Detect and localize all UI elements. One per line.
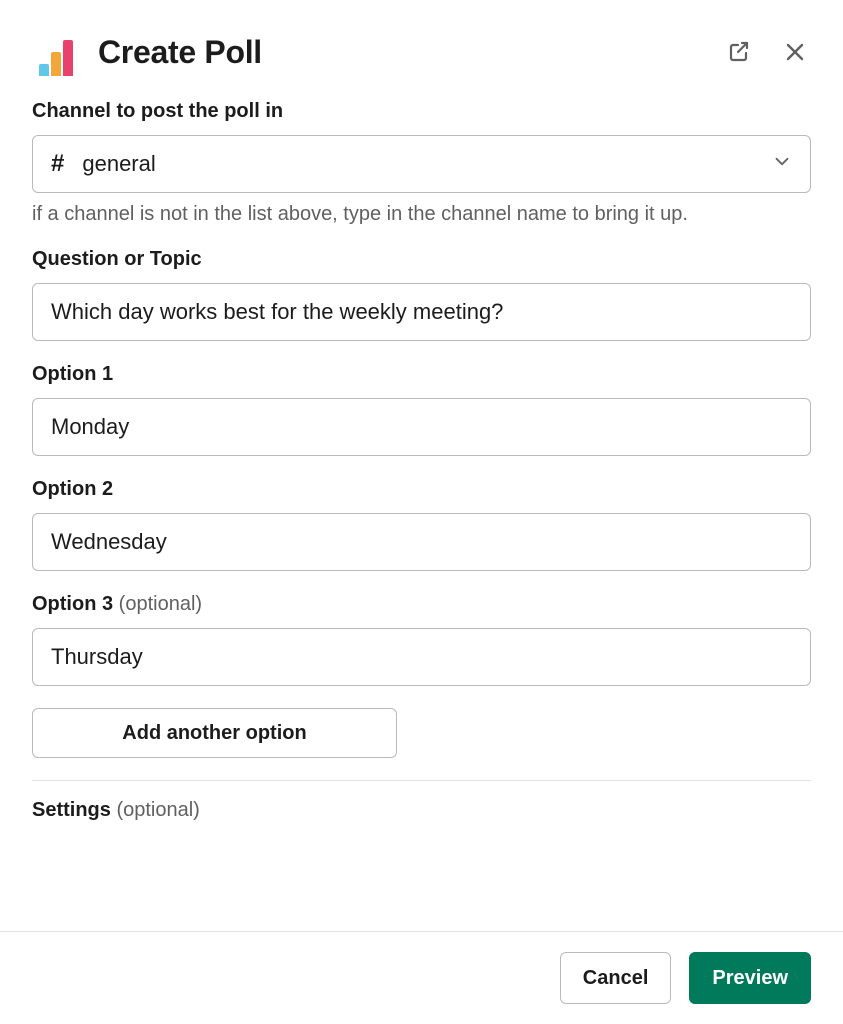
- option-1-label: Option 1: [32, 363, 811, 386]
- hash-icon: #: [51, 150, 64, 178]
- poll-app-icon: [32, 28, 80, 76]
- option-2-label: Option 2: [32, 478, 811, 501]
- add-option-button[interactable]: Add another option: [32, 708, 397, 758]
- option-2-field-group: Option 2: [32, 478, 811, 571]
- modal-header: Create Poll: [0, 0, 843, 90]
- option-3-input[interactable]: [32, 628, 811, 686]
- channel-label: Channel to post the poll in: [32, 100, 811, 123]
- modal-title: Create Poll: [98, 34, 723, 71]
- close-icon: [783, 40, 807, 64]
- channel-field-group: Channel to post the poll in # general if…: [32, 100, 811, 226]
- close-button[interactable]: [779, 36, 811, 68]
- preview-button[interactable]: Preview: [689, 952, 811, 1004]
- channel-value: general: [82, 151, 155, 177]
- external-link-icon: [727, 40, 751, 64]
- cancel-button[interactable]: Cancel: [560, 952, 672, 1004]
- question-field-group: Question or Topic: [32, 248, 811, 341]
- open-external-button[interactable]: [723, 36, 755, 68]
- modal-body[interactable]: Channel to post the poll in # general if…: [0, 90, 843, 931]
- option-1-input[interactable]: [32, 398, 811, 456]
- option-2-input[interactable]: [32, 513, 811, 571]
- channel-select[interactable]: # general: [32, 135, 811, 193]
- modal-footer: Cancel Preview: [0, 932, 843, 1024]
- create-poll-modal: Create Poll Channel to post the poll in: [0, 0, 843, 1024]
- divider: [32, 780, 811, 781]
- option-3-field-group: Option 3 (optional): [32, 593, 811, 686]
- option-1-field-group: Option 1: [32, 363, 811, 456]
- settings-label: Settings (optional): [32, 799, 811, 822]
- header-actions: [723, 36, 811, 68]
- channel-hint: if a channel is not in the list above, t…: [32, 203, 811, 226]
- question-input[interactable]: [32, 283, 811, 341]
- question-label: Question or Topic: [32, 248, 811, 271]
- option-3-label: Option 3 (optional): [32, 593, 811, 616]
